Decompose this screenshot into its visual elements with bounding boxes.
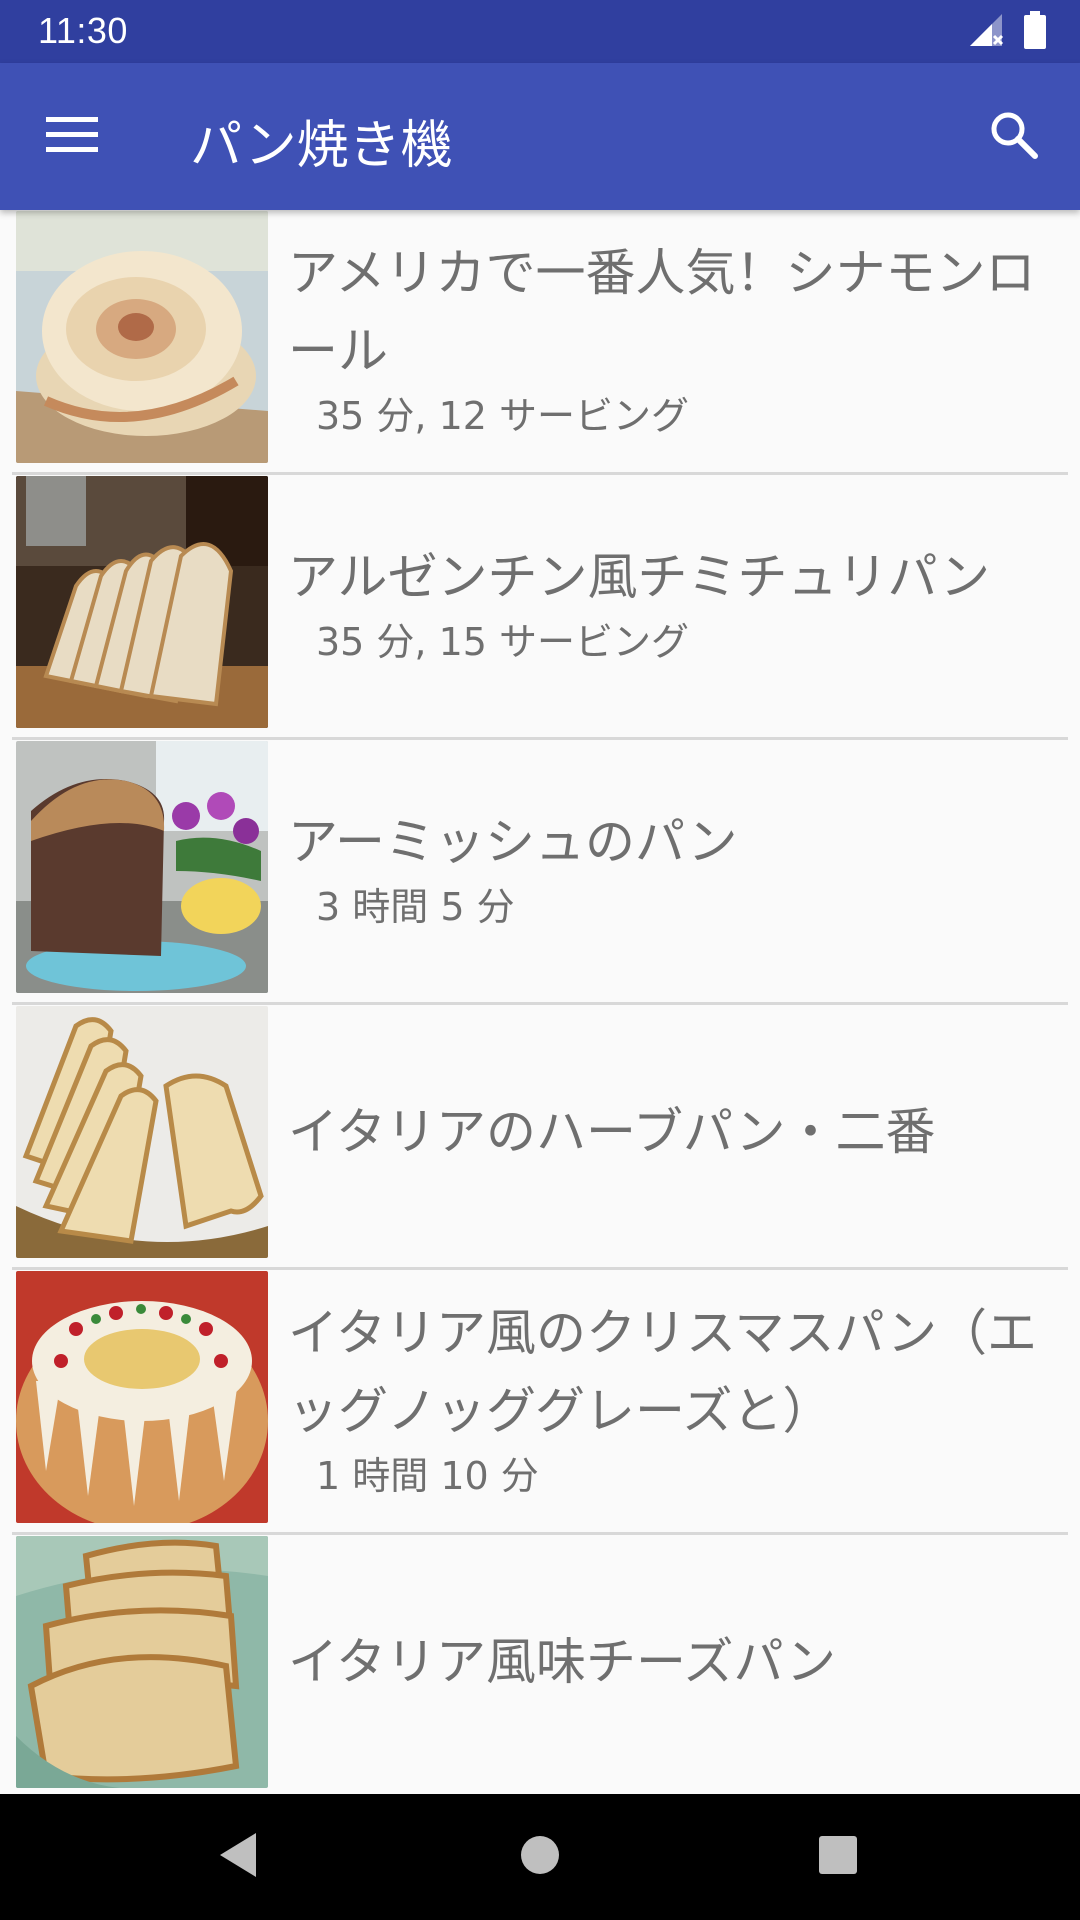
home-button[interactable] — [490, 1822, 590, 1892]
recipe-title: イタリアのハーブパン・二番 — [288, 1102, 936, 1161]
list-item-text: アメリカで一番人気！シナモンロール 35 分, 12 サービング — [288, 210, 1040, 463]
recents-icon — [818, 1835, 858, 1879]
battery-icon — [1024, 11, 1046, 53]
menu-button[interactable] — [30, 97, 114, 177]
recipe-subtitle: 1 時間 10 分 — [316, 1453, 539, 1498]
menu-icon — [46, 115, 98, 159]
list-item-text: アーミッシュのパン 3 時間 5 分 — [288, 740, 1040, 993]
list-item[interactable]: イタリア風味チーズパン — [0, 1535, 1080, 1794]
recipe-title: イタリア風のクリスマスパン（エッグノッググレーズと） — [288, 1303, 1037, 1440]
search-icon — [989, 110, 1039, 164]
recipe-title: イタリア風味チーズパン — [288, 1632, 836, 1691]
list-item-text: アルゼンチン風チミチュリパン 35 分, 15 サービング — [288, 475, 1040, 728]
list-item-text: イタリアのハーブパン・二番 — [288, 1005, 1040, 1258]
page-title: パン焼き機 — [190, 116, 453, 176]
list-item[interactable]: アルゼンチン風チミチュリパン 35 分, 15 サービング — [0, 475, 1080, 740]
back-button[interactable] — [188, 1822, 288, 1892]
cinnamon-roll-image — [16, 211, 268, 463]
sliced-bread-image — [16, 476, 268, 728]
back-icon — [216, 1831, 260, 1883]
recipe-subtitle: 3 時間 5 分 — [316, 884, 515, 929]
search-button[interactable] — [972, 97, 1056, 177]
navigation-bar — [0, 1794, 1080, 1920]
recipe-list[interactable]: アメリカで一番人気！シナモンロール 35 分, 12 サービング アルゼンチン風… — [0, 210, 1080, 1794]
signal-icon — [968, 12, 1004, 52]
list-item[interactable]: アメリカで一番人気！シナモンロール 35 分, 12 サービング — [0, 210, 1080, 475]
herb-bread-slices-image — [16, 1006, 268, 1258]
list-item-text: イタリア風味チーズパン — [288, 1535, 1040, 1788]
status-time: 11:30 — [38, 10, 128, 51]
recipe-title: アメリカで一番人気！シナモンロール — [288, 243, 1036, 380]
cheese-bread-image — [16, 1536, 268, 1788]
status-bar: 11:30 — [0, 0, 1080, 63]
recipe-subtitle: 35 分, 12 サービング — [316, 393, 690, 438]
list-item[interactable]: アーミッシュのパン 3 時間 5 分 — [0, 740, 1080, 1005]
recipe-title: アルゼンチン風チミチュリパン — [288, 547, 990, 606]
recents-button[interactable] — [788, 1822, 888, 1892]
list-item-text: イタリア風のクリスマスパン（エッグノッググレーズと） 1 時間 10 分 — [288, 1270, 1040, 1523]
status-icons — [968, 11, 1046, 53]
list-item[interactable]: イタリアのハーブパン・二番 — [0, 1005, 1080, 1270]
recipe-title: アーミッシュのパン — [288, 812, 738, 871]
recipe-subtitle: 35 分, 15 サービング — [316, 619, 690, 664]
home-icon — [520, 1835, 560, 1879]
app-bar: パン焼き機 — [0, 63, 1080, 210]
list-item[interactable]: イタリア風のクリスマスパン（エッグノッググレーズと） 1 時間 10 分 — [0, 1270, 1080, 1535]
christmas-bundt-bread-image — [16, 1271, 268, 1523]
bread-loaf-image — [16, 741, 268, 993]
